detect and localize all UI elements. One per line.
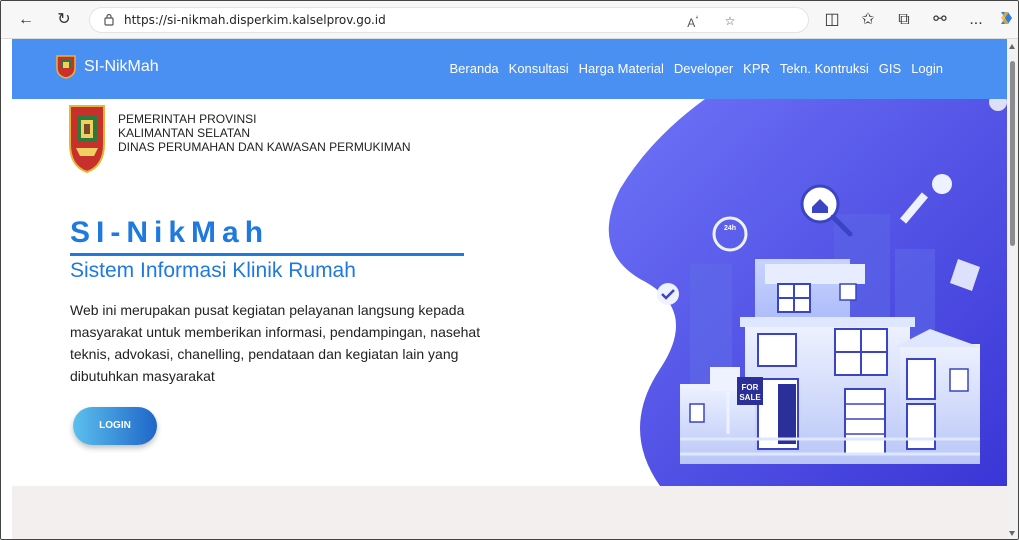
- title-underline: [70, 253, 464, 256]
- nav-item-harga-material[interactable]: Harga Material: [579, 61, 664, 76]
- site-navbar: SI-NikMah Beranda Konsultasi Harga Mater…: [12, 39, 1007, 99]
- page-viewport: SI-NikMah Beranda Konsultasi Harga Mater…: [1, 39, 1007, 539]
- refresh-icon[interactable]: ↻: [53, 9, 75, 31]
- nav-menu: Beranda Konsultasi Harga Material Develo…: [450, 61, 944, 76]
- more-menu-icon[interactable]: ...: [965, 9, 987, 31]
- nav-item-developer[interactable]: Developer: [674, 61, 733, 76]
- nav-item-konsultasi[interactable]: Konsultasi: [509, 61, 569, 76]
- nav-item-tekn-kontruksi[interactable]: Tekn. Kontruksi: [780, 61, 869, 76]
- nav-item-gis[interactable]: GIS: [879, 61, 901, 76]
- lock-icon: [104, 13, 114, 26]
- scroll-up-icon[interactable]: [1009, 44, 1015, 49]
- nav-item-kpr[interactable]: KPR: [743, 61, 770, 76]
- browser-window: ← ↻ https://si-nikmah.disperkim.kalselpr…: [0, 0, 1019, 540]
- for-sale-sign-line1: FOR: [742, 383, 759, 392]
- kalsel-emblem-icon: [56, 55, 76, 79]
- hero-title: SI-NikMah: [70, 216, 270, 249]
- gov-line-1: PEMERINTAH PROVINSI: [118, 112, 257, 126]
- read-aloud-icon[interactable]: Aꜜ: [683, 11, 703, 31]
- favorite-star-icon[interactable]: ☆: [720, 11, 740, 31]
- favorites-icon[interactable]: ✩: [857, 9, 879, 31]
- url-text: https://si-nikmah.disperkim.kalselprov.g…: [124, 13, 386, 27]
- split-screen-icon[interactable]: ◫: [821, 9, 843, 31]
- login-button[interactable]: LOGIN: [73, 407, 157, 445]
- collections-icon[interactable]: ⧉: [893, 9, 915, 31]
- browser-toolbar: ← ↻ https://si-nikmah.disperkim.kalselpr…: [1, 1, 1018, 39]
- gov-line-2: KALIMANTAN SELATAN: [118, 126, 251, 140]
- for-sale-sign-line2: SALE: [739, 393, 761, 402]
- real-estate-illustration: FOR SALE 24h: [608, 99, 1007, 486]
- support-24h-label: 24h: [724, 225, 736, 232]
- back-icon[interactable]: ←: [15, 9, 37, 31]
- scroll-down-icon[interactable]: [1009, 531, 1015, 536]
- government-header: PEMERINTAH PROVINSI KALIMANTAN SELATAN D…: [68, 104, 410, 174]
- copilot-icon[interactable]: [995, 9, 1017, 31]
- extensions-icon[interactable]: ⚯: [929, 9, 951, 31]
- lower-section: [12, 486, 1007, 539]
- address-bar[interactable]: https://si-nikmah.disperkim.kalselprov.g…: [89, 7, 809, 33]
- hero-description: Web ini merupakan pusat kegiatan pelayan…: [70, 302, 481, 384]
- government-text: PEMERINTAH PROVINSI KALIMANTAN SELATAN D…: [118, 112, 410, 174]
- brand-name: SI-NikMah: [84, 58, 159, 75]
- province-emblem-icon: [69, 105, 105, 174]
- nav-item-login[interactable]: Login: [911, 61, 943, 76]
- gov-line-3: DINAS PERUMAHAN DAN KAWASAN PERMUKIMAN: [118, 140, 411, 154]
- hero-section: PEMERINTAH PROVINSI KALIMANTAN SELATAN D…: [12, 99, 1007, 486]
- brand[interactable]: SI-NikMah: [56, 52, 159, 82]
- page-scrollbar[interactable]: [1007, 39, 1018, 539]
- hero-subtitle: Sistem Informasi Klinik Rumah: [70, 259, 356, 282]
- nav-item-beranda[interactable]: Beranda: [450, 61, 499, 76]
- scrollbar-thumb[interactable]: [1010, 61, 1015, 246]
